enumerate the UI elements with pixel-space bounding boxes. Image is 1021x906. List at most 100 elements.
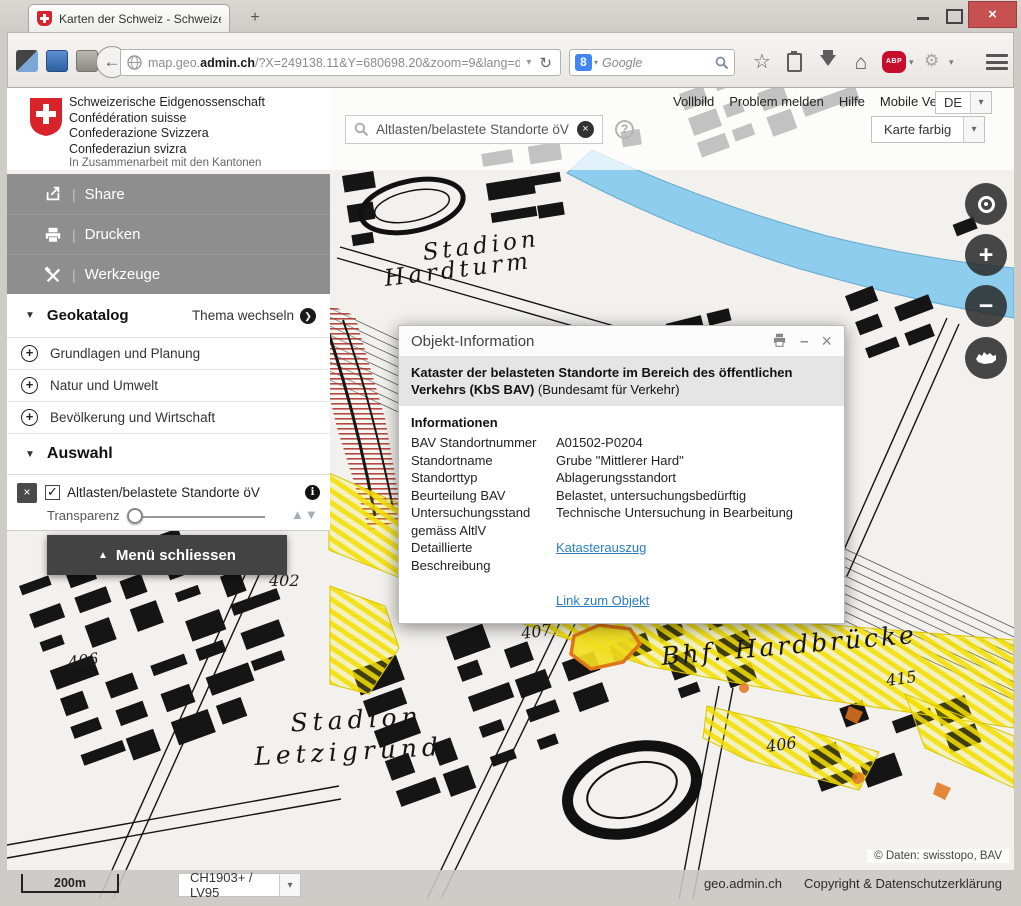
chevron-down-icon: ▾: [963, 117, 984, 142]
layer-row: × ✓ Altlasten/belastete Standorte öV i T…: [7, 474, 330, 531]
object-information-popup: Objekt-Information – × Kataster der bela…: [398, 325, 845, 624]
geolocation-button[interactable]: [965, 183, 1007, 225]
cooperation-text: In Zusammenarbeit mit den Kantonen: [69, 157, 261, 169]
popup-titlebar[interactable]: Objekt-Information – ×: [399, 326, 844, 356]
adblock-icon[interactable]: ABP: [882, 51, 906, 73]
sidebar-item-label: Share: [85, 186, 125, 203]
minimize-icon[interactable]: –: [800, 334, 808, 349]
titlebar: Karten der Schweiz - Schweize... + ×: [0, 0, 1021, 32]
expand-plus-icon: +: [21, 377, 38, 394]
search-engine-bar[interactable]: 8 ▾: [569, 49, 735, 76]
geokatalog-label: Geokatalog: [47, 307, 192, 324]
window-minimize-button[interactable]: [908, 1, 938, 27]
extension-icon-1[interactable]: [16, 50, 38, 72]
home-icon[interactable]: ⌂: [848, 51, 874, 75]
extension-icon-3[interactable]: [76, 50, 98, 72]
gear-icon[interactable]: ⚙: [924, 51, 939, 71]
search-help-icon[interactable]: ?: [615, 120, 634, 139]
category-natur-und-umwelt[interactable]: + Natur und Umwelt: [7, 370, 330, 402]
geokatalog-header[interactable]: ▼ Geokatalog Thema wechseln ❯: [7, 294, 330, 338]
page-viewport: Stadion Hardturm Bhf. Hardbrücke Stadion…: [7, 88, 1014, 899]
globe-icon: [127, 55, 142, 70]
swiss-shield-favicon: [37, 11, 52, 26]
layer-checkbox[interactable]: ✓: [45, 485, 60, 500]
sidebar-item-label: Werkzeuge: [85, 266, 161, 283]
transparency-slider-handle[interactable]: [127, 508, 143, 524]
url-text: map.geo.admin.ch/?X=249138.11&Y=680698.2…: [148, 56, 520, 70]
thema-wechseln-link[interactable]: Thema wechseln ❯: [192, 308, 316, 324]
reload-icon[interactable]: ↻: [537, 54, 554, 72]
map-search-input[interactable]: [376, 122, 577, 137]
remove-layer-button[interactable]: ×: [17, 483, 37, 503]
geolocate-icon: [978, 196, 995, 213]
sidebar-item-werkzeuge[interactable]: | Werkzeuge: [7, 254, 330, 294]
sidebar-item-drucken[interactable]: | Drucken: [7, 214, 330, 254]
toolbar-caret-icon[interactable]: ▾: [949, 57, 954, 68]
transparency-slider[interactable]: [133, 516, 265, 518]
zoom-to-switzerland-button[interactable]: [965, 337, 1007, 379]
zoom-in-button[interactable]: +: [965, 234, 1007, 276]
scale-bar: 200m: [21, 874, 119, 893]
link-problem-melden[interactable]: Problem melden: [729, 94, 824, 109]
layer-label: Altlasten/belastete Standorte öV: [67, 485, 260, 500]
geoadmin-link[interactable]: geo.admin.ch: [704, 876, 782, 891]
header-links: Vollbild Problem melden Hilfe Mobile Ver…: [673, 94, 965, 109]
sidebar-item-label: Drucken: [85, 226, 141, 243]
map-style-select[interactable]: Karte farbig ▾: [871, 116, 985, 143]
layer-info-icon[interactable]: i: [305, 485, 320, 500]
chevron-right-icon: ❯: [300, 308, 316, 324]
confederation-text: Schweizerische Eidgenossenschaft Confédé…: [69, 95, 265, 157]
info-row: BAV StandortnummerA01502-P0204: [411, 434, 832, 452]
chevron-down-icon: ▾: [279, 874, 300, 896]
search-icon[interactable]: [715, 56, 729, 70]
web-search-input[interactable]: [602, 56, 715, 70]
tab-title: Karten der Schweiz - Schweize...: [59, 12, 221, 26]
language-select[interactable]: DE ▾: [935, 91, 992, 114]
copyright-link[interactable]: Copyright & Datenschutzerklärung: [804, 876, 1002, 891]
clear-search-icon[interactable]: ×: [577, 121, 594, 138]
adblock-caret-icon[interactable]: ▾: [909, 57, 914, 68]
katasterauszug-link[interactable]: Katasterauszug: [556, 539, 832, 574]
menu-hamburger-icon[interactable]: [986, 54, 1008, 70]
browser-tab[interactable]: Karten der Schweiz - Schweize...: [28, 4, 230, 32]
printer-icon: [43, 226, 63, 244]
expand-plus-icon: +: [21, 345, 38, 362]
share-icon: [43, 185, 63, 203]
downloads-icon[interactable]: [820, 55, 836, 66]
url-bar[interactable]: map.geo.admin.ch/?X=249138.11&Y=680698.2…: [120, 49, 561, 76]
triangle-down-icon: ▼: [25, 310, 35, 321]
triangle-up-icon: ▲: [98, 550, 108, 561]
bookmarks-menu-icon[interactable]: [787, 53, 802, 72]
info-row: Detaillierte BeschreibungKatasterauszug: [411, 539, 832, 574]
popup-layer-subtitle: Kataster der belasteten Standorte im Ber…: [399, 356, 844, 406]
window-maximize-button[interactable]: [938, 1, 968, 27]
close-menu-button[interactable]: ▲ Menü schliessen: [47, 535, 287, 575]
link-zum-objekt-link[interactable]: Link zum Objekt: [556, 592, 832, 610]
url-dropdown-caret[interactable]: ▾: [520, 57, 537, 68]
extension-icon-2[interactable]: [46, 50, 68, 72]
navigation-toolbar: ← map.geo.admin.ch/?X=249138.11&Y=680698…: [7, 32, 1014, 88]
info-row: StandortnameGrube "Mittlerer Hard": [411, 452, 832, 470]
new-tab-button[interactable]: +: [242, 8, 268, 30]
window-close-button[interactable]: ×: [968, 1, 1017, 28]
map-search-field[interactable]: ×: [345, 115, 603, 144]
engine-caret-icon[interactable]: ▾: [594, 58, 598, 67]
projection-select[interactable]: CH1903+ / LV95 ▾: [178, 873, 301, 897]
chevron-down-icon: ▾: [970, 92, 991, 113]
info-row: StandorttypAblagerungsstandort: [411, 469, 832, 487]
layer-reorder-arrows[interactable]: ▲▼: [291, 507, 319, 522]
close-icon[interactable]: ×: [821, 332, 832, 350]
auswahl-header[interactable]: ▼ Auswahl: [7, 434, 330, 474]
popup-body: Informationen BAV StandortnummerA01502-P…: [399, 406, 844, 623]
sidebar-item-share[interactable]: | Share: [7, 174, 330, 214]
zoom-out-button[interactable]: −: [965, 285, 1007, 327]
link-hilfe[interactable]: Hilfe: [839, 94, 865, 109]
sidebar: | Share | Drucken | Werkzeuge ▼: [7, 174, 330, 531]
category-grundlagen-und-planung[interactable]: + Grundlagen und Planung: [7, 338, 330, 370]
google-engine-icon[interactable]: 8: [575, 54, 592, 71]
print-icon[interactable]: [772, 333, 787, 350]
link-vollbild[interactable]: Vollbild: [673, 94, 714, 109]
category-bevoelkerung-und-wirtschaft[interactable]: + Bevölkerung und Wirtschaft: [7, 402, 330, 434]
bookmark-star-icon[interactable]: ☆: [749, 51, 775, 75]
tools-icon: [43, 266, 63, 284]
